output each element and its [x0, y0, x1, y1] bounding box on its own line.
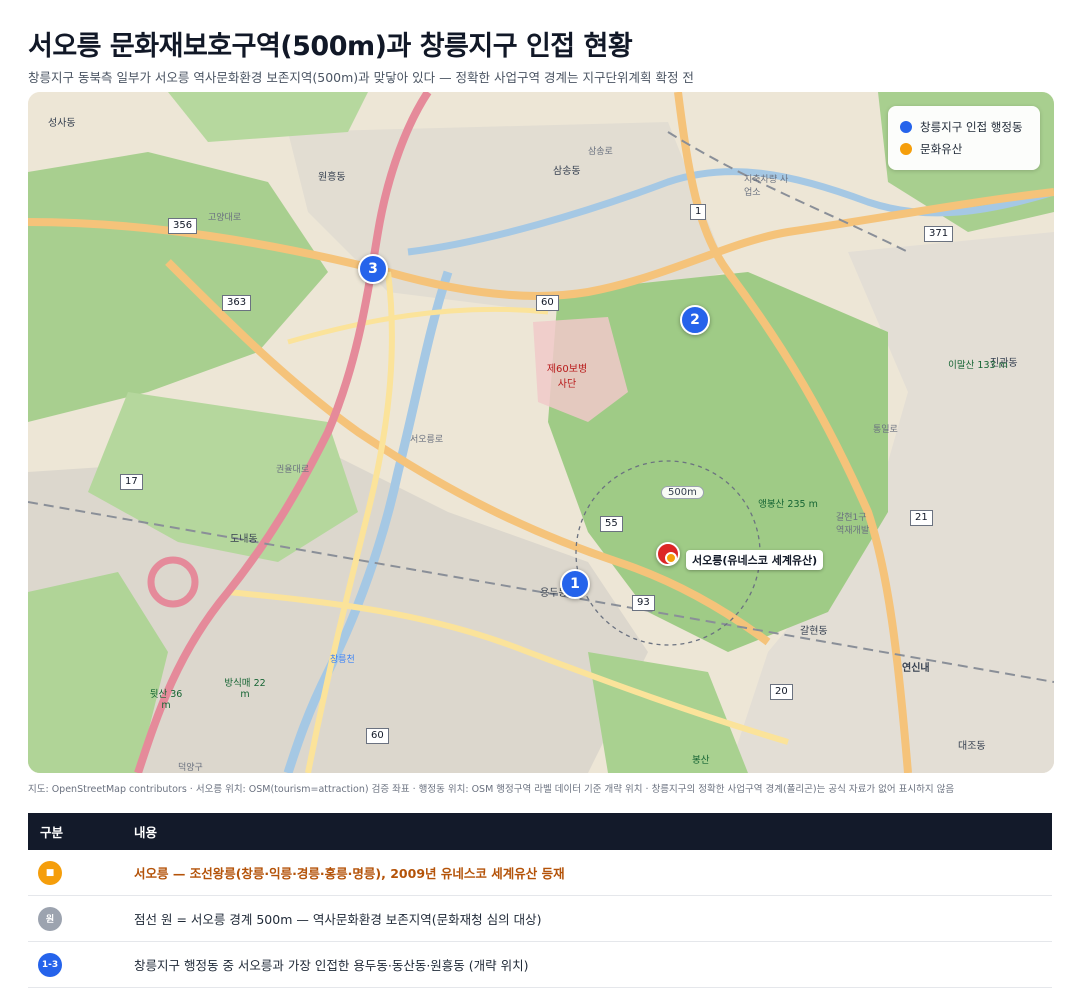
- road-shield: 20: [770, 684, 793, 700]
- road-shield: 371: [924, 226, 954, 242]
- map-attribution: 지도: OpenStreetMap contributors · 서오릉 위치:…: [28, 784, 955, 795]
- road-shield: 60: [366, 728, 389, 744]
- place-label: 연신내: [902, 663, 930, 674]
- road-shield: 93: [632, 595, 655, 611]
- road-shield: 60: [536, 295, 559, 311]
- ring-radius-label: 500m: [661, 486, 704, 499]
- hill-label: 방식매 22 m: [224, 678, 266, 700]
- road-label: 권율대로: [276, 465, 310, 475]
- river-label: 창릉천: [330, 655, 355, 665]
- table-row: ■ 서오릉 — 조선왕릉(창릉·익릉·경릉·홍릉·명릉), 2009년 유네스코…: [28, 850, 1052, 896]
- road-label: 서오릉로: [410, 435, 444, 445]
- blue-dot-icon: [900, 121, 912, 133]
- legend-label: 창릉지구 인접 행정동: [920, 120, 1023, 134]
- site-label: 서오릉(유네스코 세계유산): [686, 550, 824, 570]
- row-text: 창릉지구 행정동 중 서오릉과 가장 인접한 용두동·동산동·원흥동 (개략 위…: [134, 958, 529, 973]
- heritage-dot-icon: [665, 552, 677, 564]
- heritage-badge-icon: ■: [38, 860, 62, 885]
- road-shield: 17: [120, 474, 143, 490]
- legend-label: 문화유산: [920, 142, 963, 156]
- table-row: 원 점선 원 = 서오릉 경계 500m — 역사문화환경 보존지역(문화재청 …: [28, 896, 1052, 942]
- map-basemap: [28, 92, 1054, 773]
- place-label: 제60보병 사단: [546, 364, 588, 390]
- hill-label: 이말산 133 m: [948, 360, 1008, 371]
- district-pin-3[interactable]: 3: [358, 254, 388, 284]
- place-label: 갈현1구 역재개발: [836, 513, 870, 536]
- header-content: 내용: [134, 825, 158, 840]
- hill-label: 봉산: [692, 755, 710, 766]
- road-label: 삼송로: [588, 147, 613, 157]
- place-label: 성사동: [48, 118, 76, 129]
- legend-item: 문화유산: [900, 138, 1028, 160]
- table-header: 구분 내용: [28, 813, 1052, 850]
- road-shield: 21: [910, 510, 933, 526]
- place-label: 덕양구: [178, 763, 203, 773]
- page-subtitle: 창릉지구 동북측 일부가 서오릉 역사문화환경 보존지역(500m)과 맞닿아 …: [28, 70, 694, 85]
- place-label: 원흥동: [318, 172, 346, 183]
- place-label: 갈현동: [800, 626, 828, 637]
- map-legend: 창릉지구 인접 행정동 문화유산: [888, 106, 1040, 170]
- hill-label: 뒷산 36 m: [149, 689, 183, 711]
- place-label: 삼송동: [553, 166, 581, 177]
- row-text: 서오릉 — 조선왕릉(창릉·익릉·경릉·홍릉·명릉), 2009년 유네스코 세…: [134, 866, 565, 881]
- page-title: 서오릉 문화재보호구역(500m)과 창릉지구 인접 현황: [28, 31, 633, 62]
- district-pin-1[interactable]: 1: [560, 569, 590, 599]
- table-row: 1-3 창릉지구 행정동 중 서오릉과 가장 인접한 용두동·동산동·원흥동 (…: [28, 942, 1052, 988]
- header-category: 구분: [40, 825, 64, 840]
- road-shield: 55: [600, 516, 623, 532]
- district-pin-2[interactable]: 2: [680, 305, 710, 335]
- map-canvas[interactable]: 성사동 삼송동 원흥동 용두동 도내동 갈현동 진관동 대조동 연신내 제60보…: [28, 92, 1054, 773]
- road-shield: 1: [690, 204, 707, 220]
- place-label: 대조동: [958, 741, 986, 752]
- district-badge-icon: 1-3: [38, 952, 62, 977]
- road-label: 고양대로: [208, 213, 242, 223]
- orange-dot-icon: [900, 143, 912, 155]
- info-table: 구분 내용 ■ 서오릉 — 조선왕릉(창릉·익릉·경릉·홍릉·명릉), 2009…: [28, 813, 1052, 988]
- legend-item: 창릉지구 인접 행정동: [900, 116, 1028, 138]
- road-shield: 356: [168, 218, 198, 234]
- place-label: 지축차량 사업소: [744, 175, 789, 198]
- hill-label: 앵봉산 235 m: [758, 499, 818, 510]
- place-label: 도내동: [230, 534, 258, 545]
- road-shield: 363: [222, 295, 252, 311]
- road-label: 통일로: [873, 425, 898, 435]
- ring-badge-icon: 원: [38, 906, 62, 931]
- row-text: 점선 원 = 서오릉 경계 500m — 역사문화환경 보존지역(문화재청 심의…: [134, 912, 542, 927]
